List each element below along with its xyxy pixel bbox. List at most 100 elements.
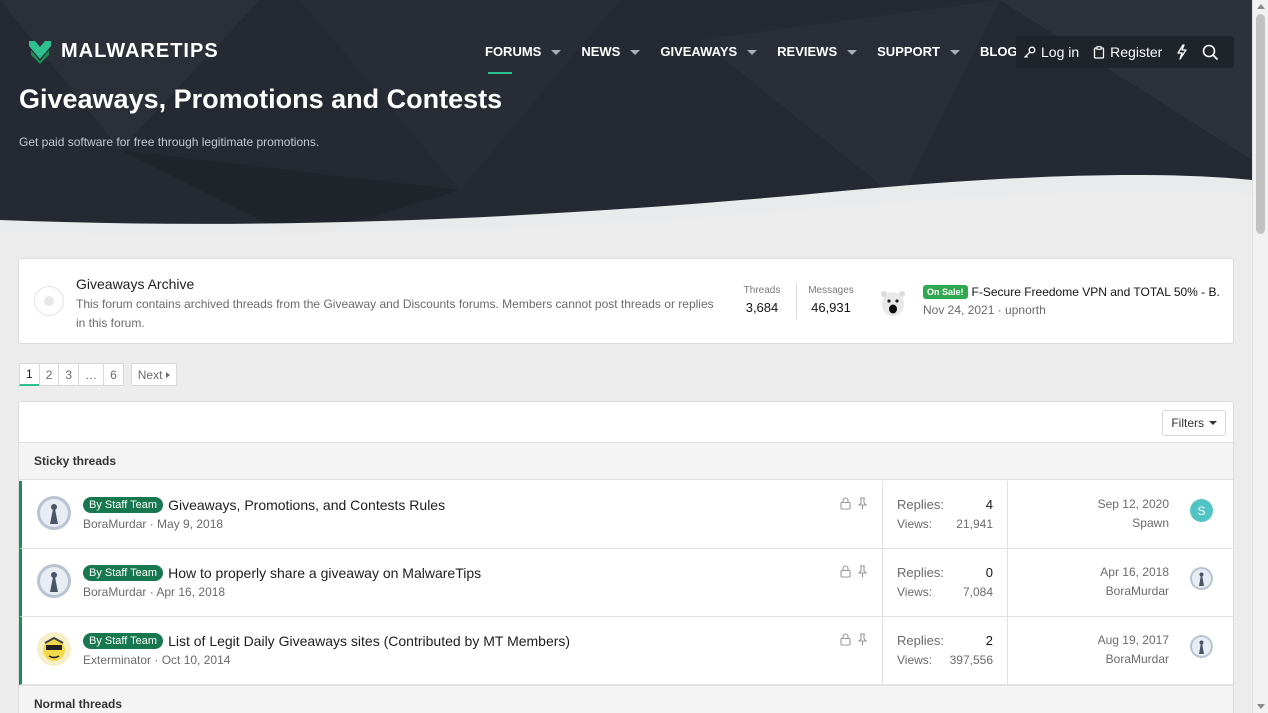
replies-count: 0 bbox=[985, 565, 993, 580]
nav-forums[interactable]: FORUMS bbox=[485, 43, 562, 74]
chevron-down-icon[interactable] bbox=[747, 49, 758, 55]
thread-date[interactable]: May 9, 2018 bbox=[157, 517, 223, 531]
thread-author[interactable]: BoraMurdar bbox=[83, 517, 146, 531]
thread-title-link[interactable]: By Staff Team How to properly share a gi… bbox=[83, 565, 481, 581]
latest-thread-link[interactable]: On Sale! F-Secure Freedome VPN and TOTAL… bbox=[923, 285, 1219, 299]
scroll-down-icon[interactable] bbox=[1257, 704, 1265, 709]
thread-author[interactable]: BoraMurdar bbox=[83, 585, 146, 599]
site-logo[interactable]: MALWARETIPS bbox=[27, 38, 219, 64]
last-post-date[interactable]: Sep 12, 2020 bbox=[1098, 497, 1169, 511]
chevron-down-icon[interactable] bbox=[630, 49, 641, 55]
author-avatar-icon bbox=[37, 564, 71, 598]
lock-icon bbox=[840, 565, 851, 578]
page-link-3[interactable]: 3 bbox=[58, 363, 80, 386]
next-page-label: Next bbox=[137, 367, 163, 382]
page-link-2[interactable]: 2 bbox=[38, 363, 60, 386]
threads-stat: Threads 3,684 bbox=[742, 285, 782, 315]
scroll-up-icon[interactable] bbox=[1257, 4, 1265, 9]
nav-blog[interactable]: BLOG bbox=[980, 44, 1018, 59]
table-row: By Staff Team List of Legit Daily Giveaw… bbox=[19, 617, 1233, 685]
author-avatar-icon bbox=[37, 496, 71, 530]
avatar[interactable] bbox=[37, 632, 71, 666]
register-link[interactable]: Register bbox=[1086, 44, 1169, 60]
messages-stat-label: Messages bbox=[808, 285, 854, 296]
search-icon bbox=[1202, 44, 1219, 60]
latest-thread-meta[interactable]: Nov 24, 2021 · upnorth bbox=[923, 303, 1046, 317]
filters-label: Filters bbox=[1171, 416, 1204, 430]
whats-new-button[interactable] bbox=[1169, 44, 1195, 60]
avatar[interactable] bbox=[877, 286, 909, 318]
nav-blog-label: BLOG bbox=[979, 43, 1018, 59]
normal-threads-header: Normal threads bbox=[19, 685, 1233, 713]
logo-icon bbox=[29, 41, 51, 64]
login-link[interactable]: Log in bbox=[1016, 44, 1086, 60]
nav-reviews[interactable]: REVIEWS bbox=[777, 44, 858, 59]
page-link-1[interactable]: 1 bbox=[19, 363, 40, 386]
bolt-icon bbox=[1177, 44, 1187, 60]
chevron-down-icon[interactable] bbox=[551, 49, 562, 55]
nav-support[interactable]: SUPPORT bbox=[877, 44, 960, 59]
views-label: Views: bbox=[897, 653, 933, 667]
avatar[interactable] bbox=[1190, 567, 1213, 590]
nav-giveaways[interactable]: GIVEAWAYS bbox=[660, 44, 758, 59]
nav-news[interactable]: NEWS bbox=[581, 44, 641, 59]
scrollbar-thumb[interactable] bbox=[1256, 14, 1265, 234]
prefix-badge: On Sale! bbox=[923, 285, 968, 299]
nav-forums-label: FORUMS bbox=[485, 43, 542, 59]
clipboard-icon bbox=[1094, 45, 1105, 59]
chevron-right-icon bbox=[166, 371, 171, 378]
avatar-initial: S bbox=[1197, 503, 1206, 518]
key-icon bbox=[1024, 46, 1036, 58]
next-page-button[interactable]: Next bbox=[130, 363, 178, 386]
lock-icon bbox=[840, 633, 851, 646]
thumbtack-icon bbox=[857, 565, 868, 578]
avatar[interactable] bbox=[37, 564, 71, 598]
threads-stat-value: 3,684 bbox=[745, 300, 779, 315]
thread-title-link[interactable]: By Staff Team Giveaways, Promotions, and… bbox=[83, 497, 445, 513]
thread-title-link[interactable]: By Staff Team List of Legit Daily Giveaw… bbox=[83, 633, 570, 649]
avatar[interactable] bbox=[1190, 635, 1213, 658]
last-post: Aug 19, 2017 BoraMurdar bbox=[1098, 633, 1169, 666]
forum-status-icon bbox=[34, 286, 64, 316]
user-avatar-icon bbox=[1190, 635, 1213, 658]
thread-stats: Replies: 2 Views: 397,556 bbox=[882, 617, 1008, 684]
sticky-threads-header: Sticky threads bbox=[19, 442, 1233, 480]
thread-status-icons bbox=[840, 565, 868, 578]
page-jump[interactable]: … bbox=[78, 363, 105, 386]
polar-bear-avatar-icon bbox=[877, 286, 909, 318]
stat-divider bbox=[796, 283, 797, 319]
page-scrollbar[interactable] bbox=[1252, 0, 1268, 713]
pagination: 1 2 3 … 6 Next bbox=[19, 363, 178, 386]
last-post-user[interactable]: Spawn bbox=[1098, 516, 1169, 530]
thread-title: List of Legit Daily Giveaways sites (Con… bbox=[168, 633, 571, 649]
last-post-user[interactable]: BoraMurdar bbox=[1098, 652, 1169, 666]
latest-thread-title: F-Secure Freedome VPN and TOTAL 50% - B.… bbox=[971, 285, 1219, 299]
subforum-node: Giveaways Archive This forum contains ar… bbox=[18, 258, 1234, 344]
avatar[interactable] bbox=[37, 496, 71, 530]
subforum-title-link[interactable]: Giveaways Archive bbox=[76, 276, 194, 292]
thread-title: Giveaways, Promotions, and Contests Rule… bbox=[168, 497, 446, 513]
thread-author[interactable]: Exterminator bbox=[83, 653, 151, 667]
chevron-down-icon[interactable] bbox=[847, 49, 858, 55]
last-post-user[interactable]: BoraMurdar bbox=[1100, 584, 1169, 598]
user-nav: Log in Register bbox=[1016, 36, 1234, 68]
thread-date[interactable]: Oct 10, 2014 bbox=[162, 653, 231, 667]
thumbtack-icon bbox=[857, 633, 868, 646]
avatar[interactable]: S bbox=[1190, 499, 1213, 522]
subforum-description: This forum contains archived threads fro… bbox=[76, 297, 714, 330]
chevron-down-icon[interactable] bbox=[949, 49, 960, 55]
page-link-6[interactable]: 6 bbox=[103, 363, 124, 386]
thread-status-icons bbox=[840, 633, 868, 646]
staff-badge: By Staff Team bbox=[83, 497, 164, 513]
register-label: Register bbox=[1110, 44, 1163, 60]
replies-label: Replies: bbox=[897, 497, 944, 512]
filters-button[interactable]: Filters bbox=[1162, 410, 1226, 436]
views-label: Views: bbox=[897, 585, 933, 599]
last-post-date[interactable]: Aug 19, 2017 bbox=[1098, 633, 1169, 647]
last-post-date[interactable]: Apr 16, 2018 bbox=[1100, 565, 1169, 579]
thread-list: Filters Sticky threads By Staff Team Giv… bbox=[18, 401, 1234, 713]
thread-stats: Replies: 0 Views: 7,084 bbox=[882, 549, 1008, 616]
table-row: By Staff Team How to properly share a gi… bbox=[19, 549, 1233, 617]
thread-date[interactable]: Apr 16, 2018 bbox=[156, 585, 225, 599]
search-button[interactable] bbox=[1195, 44, 1226, 61]
